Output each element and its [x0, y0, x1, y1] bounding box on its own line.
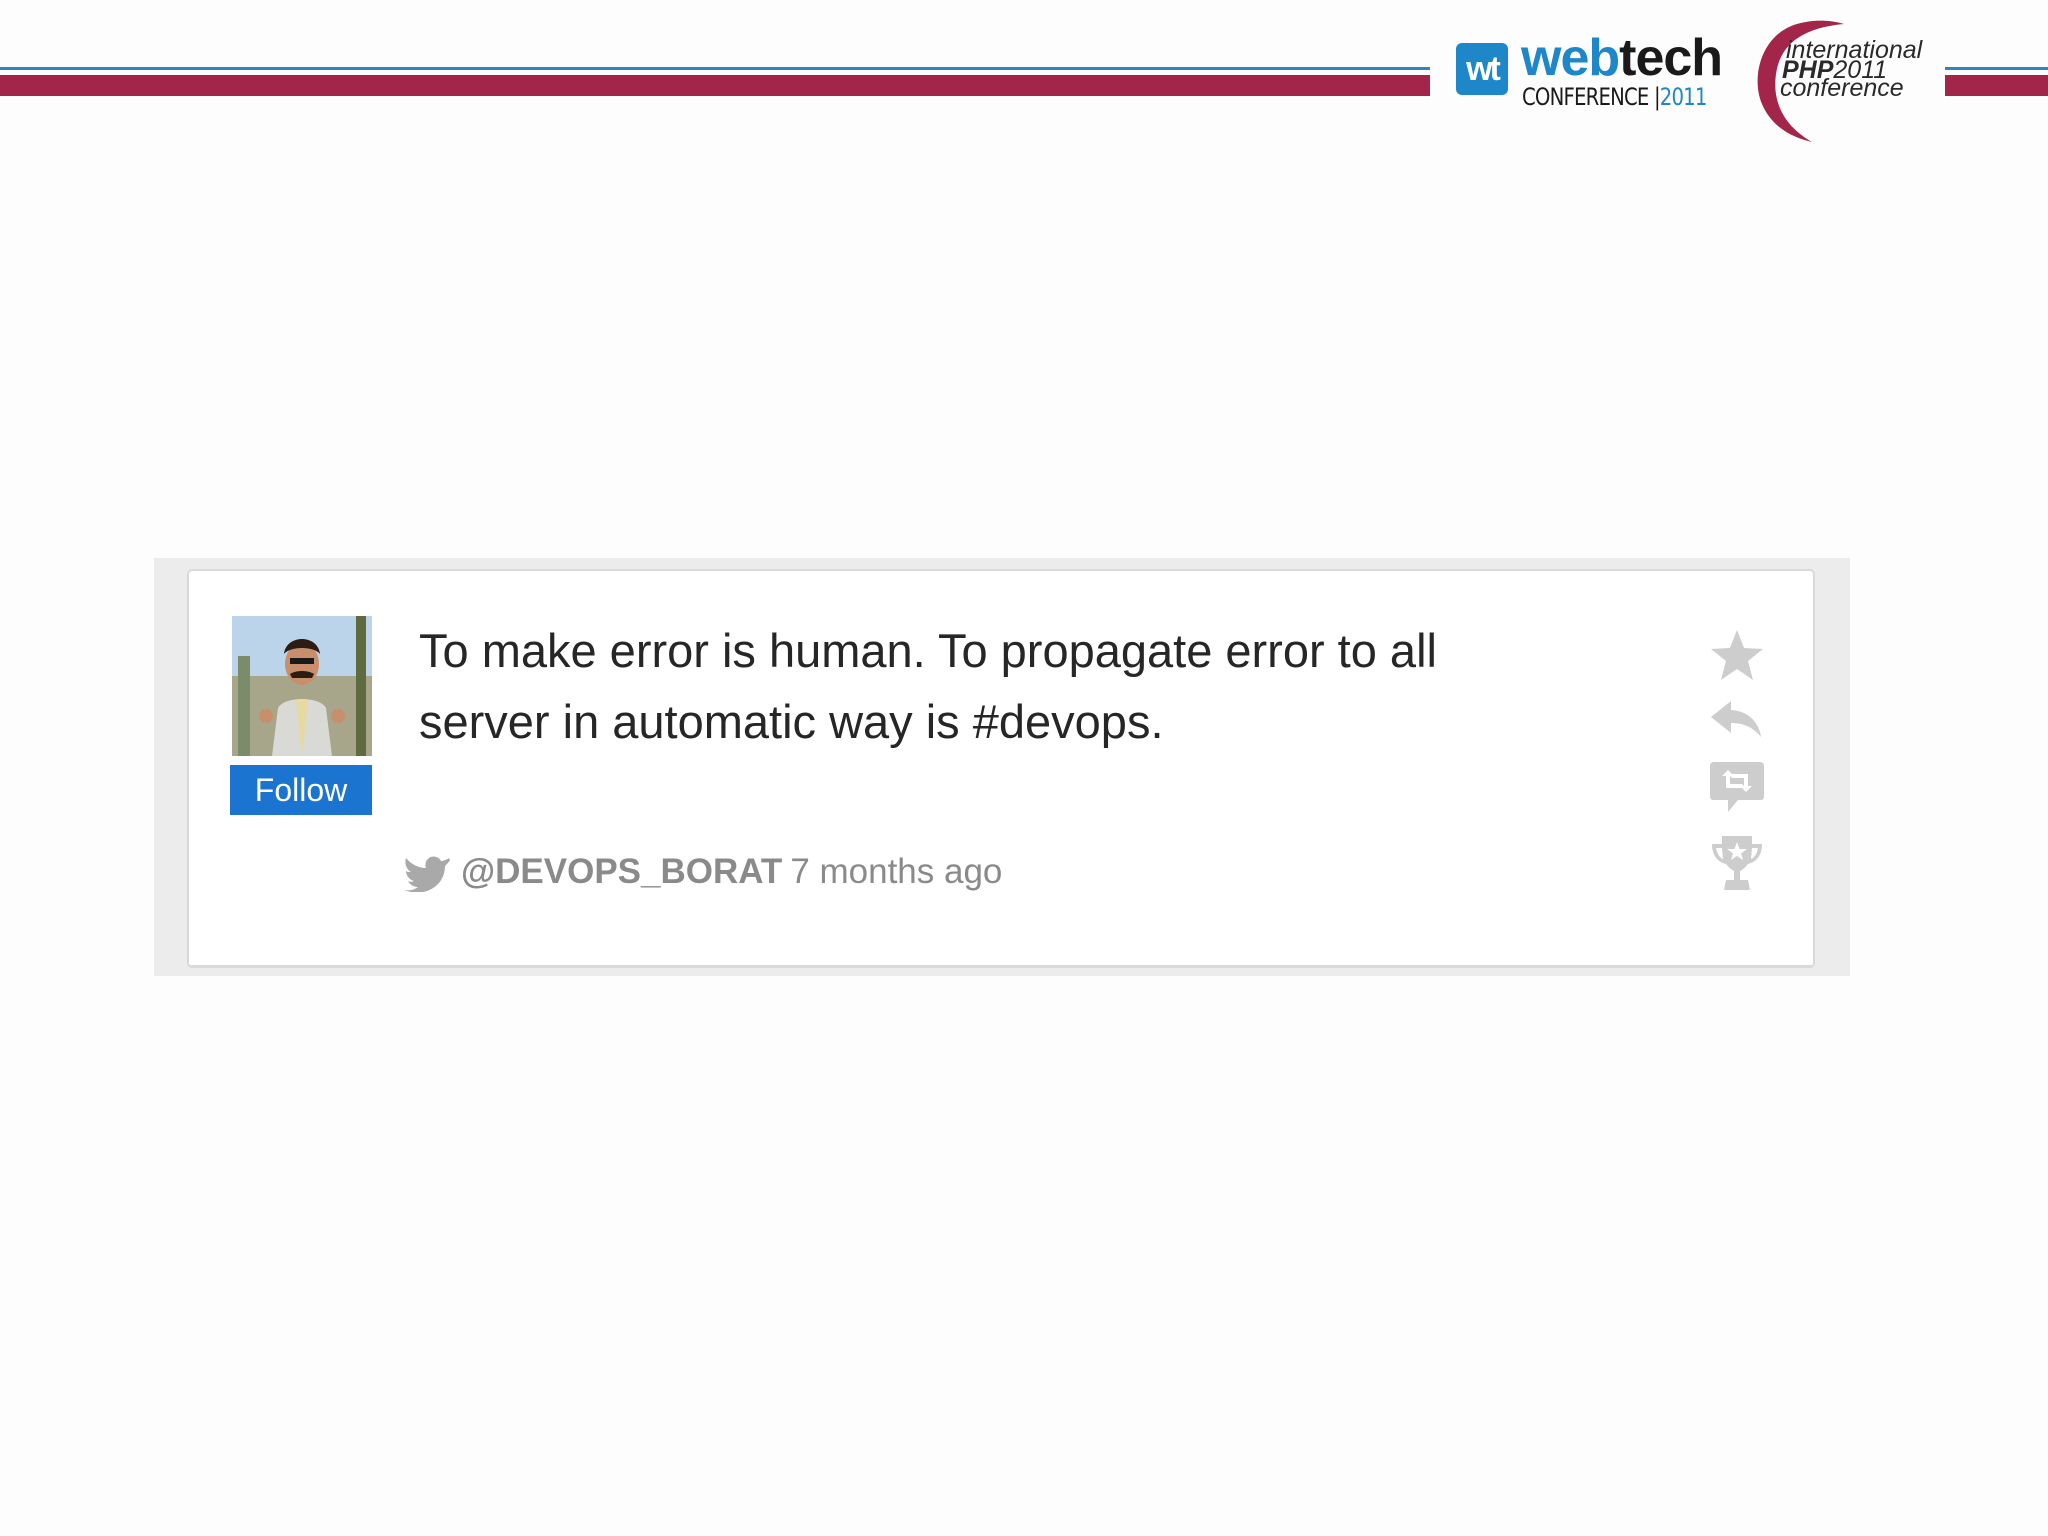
webtech-conference-logo: wt webtech CONFERENCE |2011 — [1455, 28, 1723, 111]
twitter-bird-icon — [404, 856, 450, 892]
tweet-meta: @DEVOPS_BORAT 7 months ago — [403, 849, 1002, 895]
retweet-action[interactable] — [1707, 757, 1767, 817]
tweet-handle-link[interactable]: @DEVOPS_BORAT — [461, 852, 782, 892]
webtech-badge: wt — [1456, 43, 1508, 95]
webtech-subtitle: CONFERENCE |2011 — [1522, 83, 1707, 111]
header-thin-bar — [0, 67, 1430, 70]
php-conference-logo: international PHP2011 conference — [1744, 18, 1944, 146]
reply-arrow-icon — [1711, 701, 1761, 737]
slide: wt webtech CONFERENCE |2011 internationa… — [0, 0, 2048, 1536]
trophy-icon — [1712, 836, 1762, 890]
tweet-embed-frame: Follow To make error is human. To propag… — [154, 558, 1850, 976]
header-thick-bar-right — [1945, 75, 2048, 96]
webtech-wordmark: webtech — [1521, 29, 1723, 87]
favorite-action[interactable] — [1707, 626, 1767, 686]
reply-action[interactable] — [1707, 694, 1767, 744]
avatar-photo-icon — [232, 616, 372, 756]
header-thick-bar — [0, 75, 1430, 96]
tweet-timestamp-link[interactable]: 7 months ago — [790, 852, 1002, 892]
tweet-text: To make error is human. To propagate err… — [419, 624, 1437, 748]
tweet-card-bottom-border — [189, 965, 1813, 967]
award-action[interactable] — [1707, 833, 1767, 893]
star-icon — [1711, 630, 1763, 680]
tweet-card: Follow To make error is human. To propag… — [187, 569, 1815, 968]
retweet-icon — [1710, 762, 1764, 812]
avatar[interactable] — [232, 616, 372, 756]
header-thin-bar-right — [1945, 67, 2048, 70]
php-logo-line-conference: conference — [1780, 74, 1904, 102]
follow-button[interactable]: Follow — [230, 765, 372, 815]
